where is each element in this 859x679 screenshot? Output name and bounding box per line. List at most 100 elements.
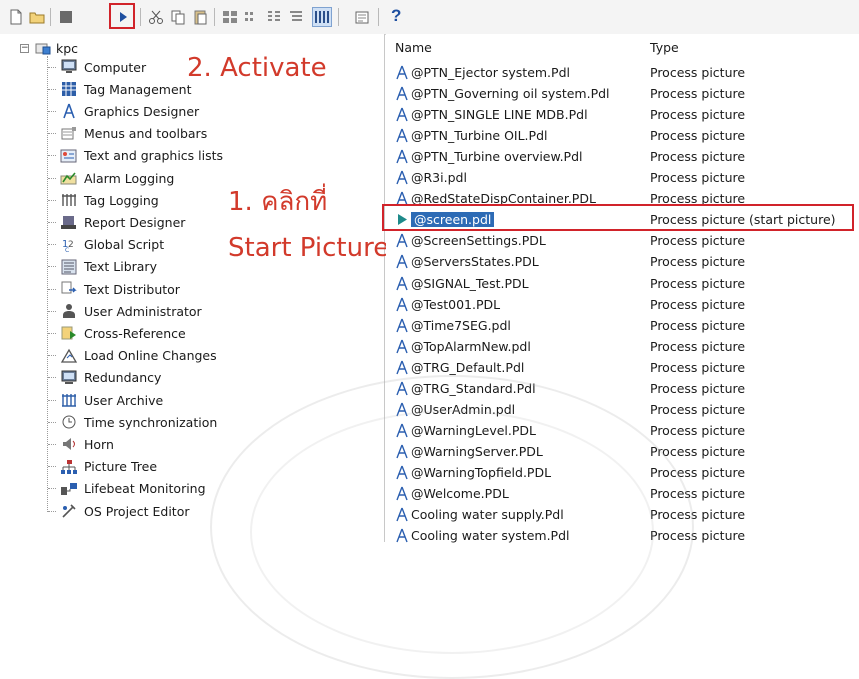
tree-item-lifebeat[interactable]: Lifebeat Monitoring (48, 478, 206, 500)
tree-connector (48, 177, 56, 179)
tree-item-label: Text Distributor (84, 281, 180, 297)
tree-item-label: Graphics Designer (84, 103, 200, 119)
tree-item-label: Global Script (84, 237, 165, 253)
new-icon[interactable] (8, 9, 24, 25)
tree-item-global-script[interactable]: 1 2 C Global Script (48, 234, 164, 256)
toolbar-separator (338, 8, 339, 26)
text-library-icon (60, 259, 78, 275)
picture-name: @PTN_Governing oil system.Pdl (411, 86, 610, 101)
tree-item-text-graphics-lists[interactable]: Text and graphics lists (48, 145, 223, 167)
picture-type: Process picture (650, 443, 746, 459)
tree-item-text-library[interactable]: Text Library (48, 256, 157, 278)
picture-name: @WarningServer.PDL (411, 444, 543, 459)
tree-item-label: Text Library (84, 259, 157, 275)
list-row[interactable]: @Welcome.PDL Process picture (386, 483, 859, 504)
tree-item-load-online-changes[interactable]: Load Online Changes (48, 345, 217, 367)
tree-item-menus-toolbars[interactable]: Menus and toolbars (48, 123, 207, 145)
picture-name-text: @ScreenSettings.PDL (411, 233, 546, 249)
list-row[interactable]: @WarningServer.PDL Process picture (386, 441, 859, 462)
tree-item-label: Redundancy (84, 370, 162, 386)
column-header-type[interactable]: Type (650, 40, 679, 55)
collapse-icon[interactable]: − (20, 43, 29, 53)
tree-root[interactable]: − kpc (20, 39, 78, 57)
tree-item-graphics-designer[interactable]: Graphics Designer (48, 100, 199, 122)
picture-name-text: @PTN_SINGLE LINE MDB.Pdl (411, 107, 588, 123)
properties-icon[interactable] (354, 9, 370, 25)
list-row[interactable]: @PTN_Turbine OIL.Pdl Process picture (386, 125, 859, 146)
picture-name-text: @WarningServer.PDL (411, 443, 543, 459)
tree-item-time-sync[interactable]: Time synchronization (48, 411, 217, 433)
picture-name-text: @WarningTopfield.PDL (411, 464, 552, 480)
list-row[interactable]: @Time7SEG.pdl Process picture (386, 315, 859, 336)
lifebeat-icon (60, 481, 78, 497)
picture-name-text: @PTN_Ejector system.Pdl (411, 65, 570, 80)
tree-item-text-distributor[interactable]: Text Distributor (48, 278, 180, 300)
large-icons-icon[interactable] (222, 9, 238, 25)
list-row[interactable]: @PTN_Turbine overview.Pdl Process picture (386, 146, 859, 167)
picture-name-text: @Time7SEG.pdl (411, 317, 511, 333)
time-sync-icon (60, 414, 78, 430)
open-icon[interactable] (29, 9, 45, 25)
picture-name: @ServersStates.PDL (411, 254, 539, 269)
picture-type: Process picture (650, 317, 746, 333)
details-icon[interactable] (312, 7, 332, 27)
tree-connector (48, 221, 56, 223)
tree-item-report-designer[interactable]: Report Designer (48, 211, 185, 233)
list-row[interactable]: @TRG_Standard.Pdl Process picture (386, 378, 859, 399)
tree-item-cross-reference[interactable]: Cross-Reference (48, 322, 186, 344)
list-row[interactable]: @R3i.pdl Process picture (386, 167, 859, 188)
list-row[interactable]: @PTN_Ejector system.Pdl Process picture (386, 62, 859, 83)
tree-connector (48, 421, 56, 423)
list-icon[interactable] (266, 9, 282, 25)
stop-icon[interactable] (58, 9, 74, 25)
list-row[interactable]: @WarningLevel.PDL Process picture (386, 420, 859, 441)
column-header-name[interactable]: Name (395, 40, 432, 55)
tree-item-tag-management[interactable]: Tag Management (48, 78, 191, 100)
tree-item-user-archive[interactable]: User Archive (48, 389, 163, 411)
tree-item-label: Cross-Reference (84, 325, 186, 341)
tree-item-computer[interactable]: Computer (48, 56, 146, 78)
tree-list-icon[interactable] (288, 9, 304, 25)
list-row[interactable]: @TopAlarmNew.pdl Process picture (386, 336, 859, 357)
tree-item-os-project-editor[interactable]: OS Project Editor (48, 500, 189, 522)
list-row[interactable]: @PTN_Governing oil system.Pdl Process pic… (386, 83, 859, 104)
tree-item-label: Text and graphics lists (84, 148, 224, 164)
toolbar-separator (50, 8, 51, 26)
tree-connector (48, 332, 56, 334)
list-row[interactable]: @SIGNAL_Test.PDL Process picture (386, 273, 859, 294)
process-picture-icon (396, 86, 408, 101)
tree-item-redundancy[interactable]: Redundancy (48, 367, 161, 389)
picture-type: Process picture (650, 507, 746, 523)
small-icons-icon[interactable] (244, 9, 260, 25)
tree-item-label: Report Designer (84, 214, 186, 230)
tree-connector (48, 310, 56, 312)
list-row[interactable]: @UserAdmin.pdl Process picture (386, 399, 859, 420)
copy-icon[interactable] (170, 9, 186, 25)
process-picture-icon (396, 254, 408, 269)
global-script-icon: 12C (60, 237, 78, 253)
activate-icon[interactable] (115, 9, 131, 25)
paste-icon[interactable] (192, 9, 208, 25)
tree-item-tag-logging[interactable]: Tag Logging (48, 189, 159, 211)
list-row[interactable]: @TRG_Default.Pdl Process picture (386, 357, 859, 378)
user-administrator-icon (60, 303, 78, 319)
picture-name-text: Cooling water system.Pdl (411, 528, 570, 544)
tree-item-label: Alarm Logging (84, 170, 175, 186)
list-row[interactable]: @ScreenSettings.PDL Process picture (386, 230, 859, 251)
tree-item-horn[interactable]: Horn (48, 433, 114, 455)
process-picture-icon (396, 465, 408, 480)
process-picture-icon (396, 318, 408, 333)
help-icon[interactable]: ? (391, 6, 401, 26)
list-row[interactable]: @WarningTopfield.PDL Process picture (386, 462, 859, 483)
list-row[interactable]: @Test001.PDL Process picture (386, 294, 859, 315)
list-row[interactable]: Cooling water system.Pdl Process picture (386, 525, 859, 546)
list-row[interactable]: Cooling water supply.Pdl Process picture (386, 504, 859, 525)
toolbar-separator (214, 8, 215, 26)
picture-name: @TopAlarmNew.pdl (411, 339, 531, 354)
tree-item-alarm-logging[interactable]: Alarm Logging (48, 167, 174, 189)
tree-item-user-administrator[interactable]: User Administrator (48, 300, 202, 322)
list-row[interactable]: @PTN_SINGLE LINE MDB.Pdl Process picture (386, 104, 859, 125)
list-row[interactable]: @ServersStates.PDL Process picture (386, 251, 859, 272)
cut-icon[interactable] (148, 9, 164, 25)
tree-item-picture-tree[interactable]: Picture Tree (48, 456, 157, 478)
